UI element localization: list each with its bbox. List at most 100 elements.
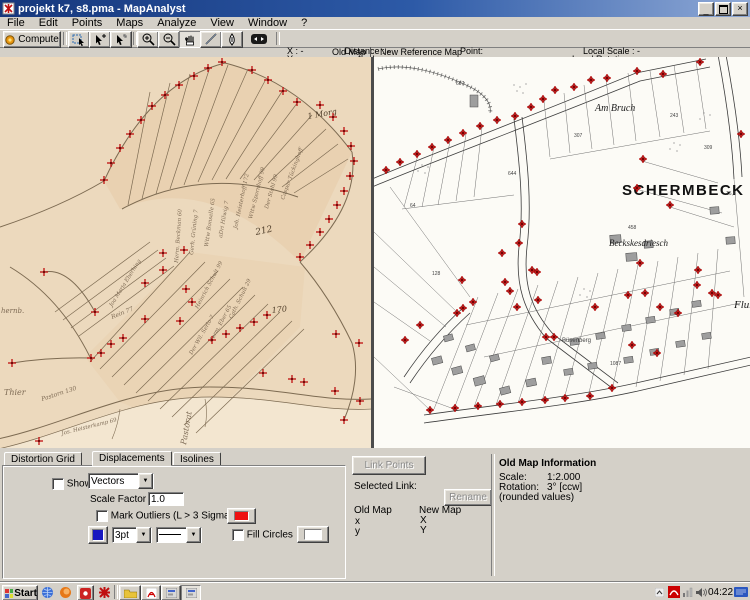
- map-label: 1087: [610, 361, 621, 367]
- zoom-in-tool[interactable]: [137, 31, 159, 48]
- menu-points[interactable]: Points: [65, 17, 110, 29]
- tray-signal-icon[interactable]: [681, 585, 694, 599]
- taskbar-folder-window-button[interactable]: [119, 585, 141, 600]
- zoom-out-icon: [162, 33, 176, 46]
- compute-button[interactable]: Compute: [3, 31, 61, 48]
- tray-antivirus-icon[interactable]: [667, 585, 680, 599]
- quick-launch-browser-icon[interactable]: [40, 585, 55, 599]
- map-label: 697: [456, 81, 465, 87]
- vector-type-dropdown[interactable]: Vectors ▼: [88, 473, 154, 489]
- start-button[interactable]: Start: [2, 585, 38, 600]
- map-area: 1 Morg212170PastoratThierhernb.Der Stahl…: [0, 57, 750, 448]
- add-point-icon: [114, 34, 128, 46]
- mark-outliers-checkbox[interactable]: [96, 510, 108, 522]
- new-map-pane-title: New Reference Map: [376, 47, 462, 57]
- select-rect-icon: [72, 34, 86, 46]
- select-points-tool[interactable]: [68, 31, 90, 48]
- restore-button[interactable]: [715, 2, 731, 16]
- windows-logo-icon: [5, 589, 13, 598]
- quick-launch-media-icon[interactable]: [77, 585, 94, 600]
- menu-help[interactable]: ?: [294, 17, 314, 29]
- show-checkbox-row: Show: [52, 478, 92, 490]
- map-label: Büsenberg: [562, 338, 591, 344]
- tab-distortion-grid[interactable]: Distortion Grid: [4, 452, 82, 466]
- pen-tool[interactable]: [221, 31, 243, 48]
- menu-view[interactable]: View: [203, 17, 241, 29]
- add-point-tool[interactable]: [110, 31, 132, 48]
- map-label: 458: [628, 225, 637, 231]
- hand-icon: [183, 33, 197, 46]
- tab-displacements[interactable]: Displacements: [92, 451, 172, 466]
- quick-launch-mapanalyst-icon[interactable]: [97, 585, 112, 599]
- taskbar-app-window-button-active[interactable]: [181, 585, 201, 600]
- map-label: hernb.: [1, 307, 24, 315]
- panel-divider: [491, 454, 495, 576]
- fill-circles-label: Fill Circles: [247, 530, 293, 541]
- vector-color-button[interactable]: [88, 526, 108, 544]
- chevron-down-icon: ▼: [138, 473, 153, 489]
- map-label: Flur: [733, 299, 750, 311]
- ruler-pen-icon: [204, 33, 218, 46]
- clock[interactable]: 04:22: [708, 587, 733, 598]
- taskbar-app-window-button[interactable]: [161, 585, 181, 600]
- line-style-dropdown[interactable]: ▼: [156, 527, 202, 543]
- taskbar-acrobat-window-button[interactable]: [141, 585, 161, 600]
- tray-keyboard-layout-icon[interactable]: [733, 585, 748, 599]
- menu-bar: File Edit Points Maps Analyze View Windo…: [0, 17, 750, 30]
- map-label: Am Bruch: [594, 103, 635, 114]
- menu-file[interactable]: File: [0, 17, 32, 29]
- compute-icon: [5, 35, 15, 45]
- map-label: 309: [704, 145, 713, 151]
- link-points-button[interactable]: Link Points: [352, 456, 426, 475]
- close-button[interactable]: ×: [732, 2, 748, 16]
- taskbar: Start: [0, 582, 750, 600]
- mark-outliers-label: Mark Outliers (L > 3 Sigma): [111, 511, 233, 522]
- show-checkbox[interactable]: [52, 478, 64, 490]
- menu-window[interactable]: Window: [241, 17, 294, 29]
- move-point-icon: [93, 34, 107, 46]
- map-label: 64: [410, 203, 416, 209]
- scale-factor-input[interactable]: [148, 492, 184, 506]
- tray-volume-icon[interactable]: [694, 585, 707, 599]
- minimize-button[interactable]: _: [698, 2, 714, 16]
- outlier-color-button[interactable]: [227, 508, 256, 524]
- new-reference-map-canvas[interactable]: Am BruchSCHERMBECK16,4BeckskesdrieschBüs…: [374, 57, 750, 448]
- new-y-label: Y: [420, 525, 427, 536]
- zoom-out-tool[interactable]: [158, 31, 180, 48]
- map-label: 128: [432, 271, 441, 277]
- outlier-color-swatch: [234, 511, 249, 521]
- map-label: 16,4: [726, 191, 736, 197]
- rename-button[interactable]: Rename: [444, 489, 492, 506]
- selected-link-label: Selected Link:: [354, 481, 417, 492]
- app-icon: [2, 2, 15, 15]
- selected-link-old-map-col: Old Map: [354, 505, 392, 516]
- menu-edit[interactable]: Edit: [32, 17, 65, 29]
- scale-factor-label: Scale Factor: [90, 494, 146, 505]
- move-point-tool[interactable]: [89, 31, 111, 48]
- analysis-panel: Distortion Grid Displacements Isolines S…: [0, 448, 750, 582]
- toolbar: Compute: [0, 30, 750, 48]
- mapanalyst-window: projekt k7, s8.pma - MapAnalyst _ × File…: [0, 0, 750, 600]
- pan-tool[interactable]: [179, 31, 201, 48]
- show-all-points-button[interactable]: [248, 31, 270, 46]
- map-label: 644: [508, 171, 517, 177]
- fit-points-icon: [250, 33, 268, 45]
- quick-launch-firefox-icon[interactable]: [58, 585, 73, 599]
- tab-isolines[interactable]: Isolines: [173, 452, 221, 466]
- vector-color-swatch: [92, 529, 104, 541]
- map-label: Beckskesdriesch: [609, 238, 668, 248]
- measure-tool[interactable]: [200, 31, 222, 48]
- map-label: 307: [574, 133, 583, 139]
- menu-maps[interactable]: Maps: [109, 17, 150, 29]
- rounded-values-note: (rounded values): [499, 492, 574, 503]
- fill-circles-checkbox[interactable]: [232, 529, 244, 541]
- tray-hide-icons-button[interactable]: [653, 585, 665, 599]
- outliers-row: Mark Outliers (L > 3 Sigma): [96, 510, 233, 522]
- map-label: 170: [271, 304, 287, 315]
- line-width-dropdown[interactable]: 3pt ▼: [112, 527, 152, 543]
- fill-color-button[interactable]: [297, 526, 329, 543]
- old-map-canvas[interactable]: 1 Morg212170PastoratThierhernb.Der Stahl…: [0, 57, 371, 448]
- title-bar[interactable]: projekt k7, s8.pma - MapAnalyst _ ×: [0, 0, 750, 17]
- menu-analyze[interactable]: Analyze: [150, 17, 203, 29]
- map-label: 243: [670, 113, 679, 119]
